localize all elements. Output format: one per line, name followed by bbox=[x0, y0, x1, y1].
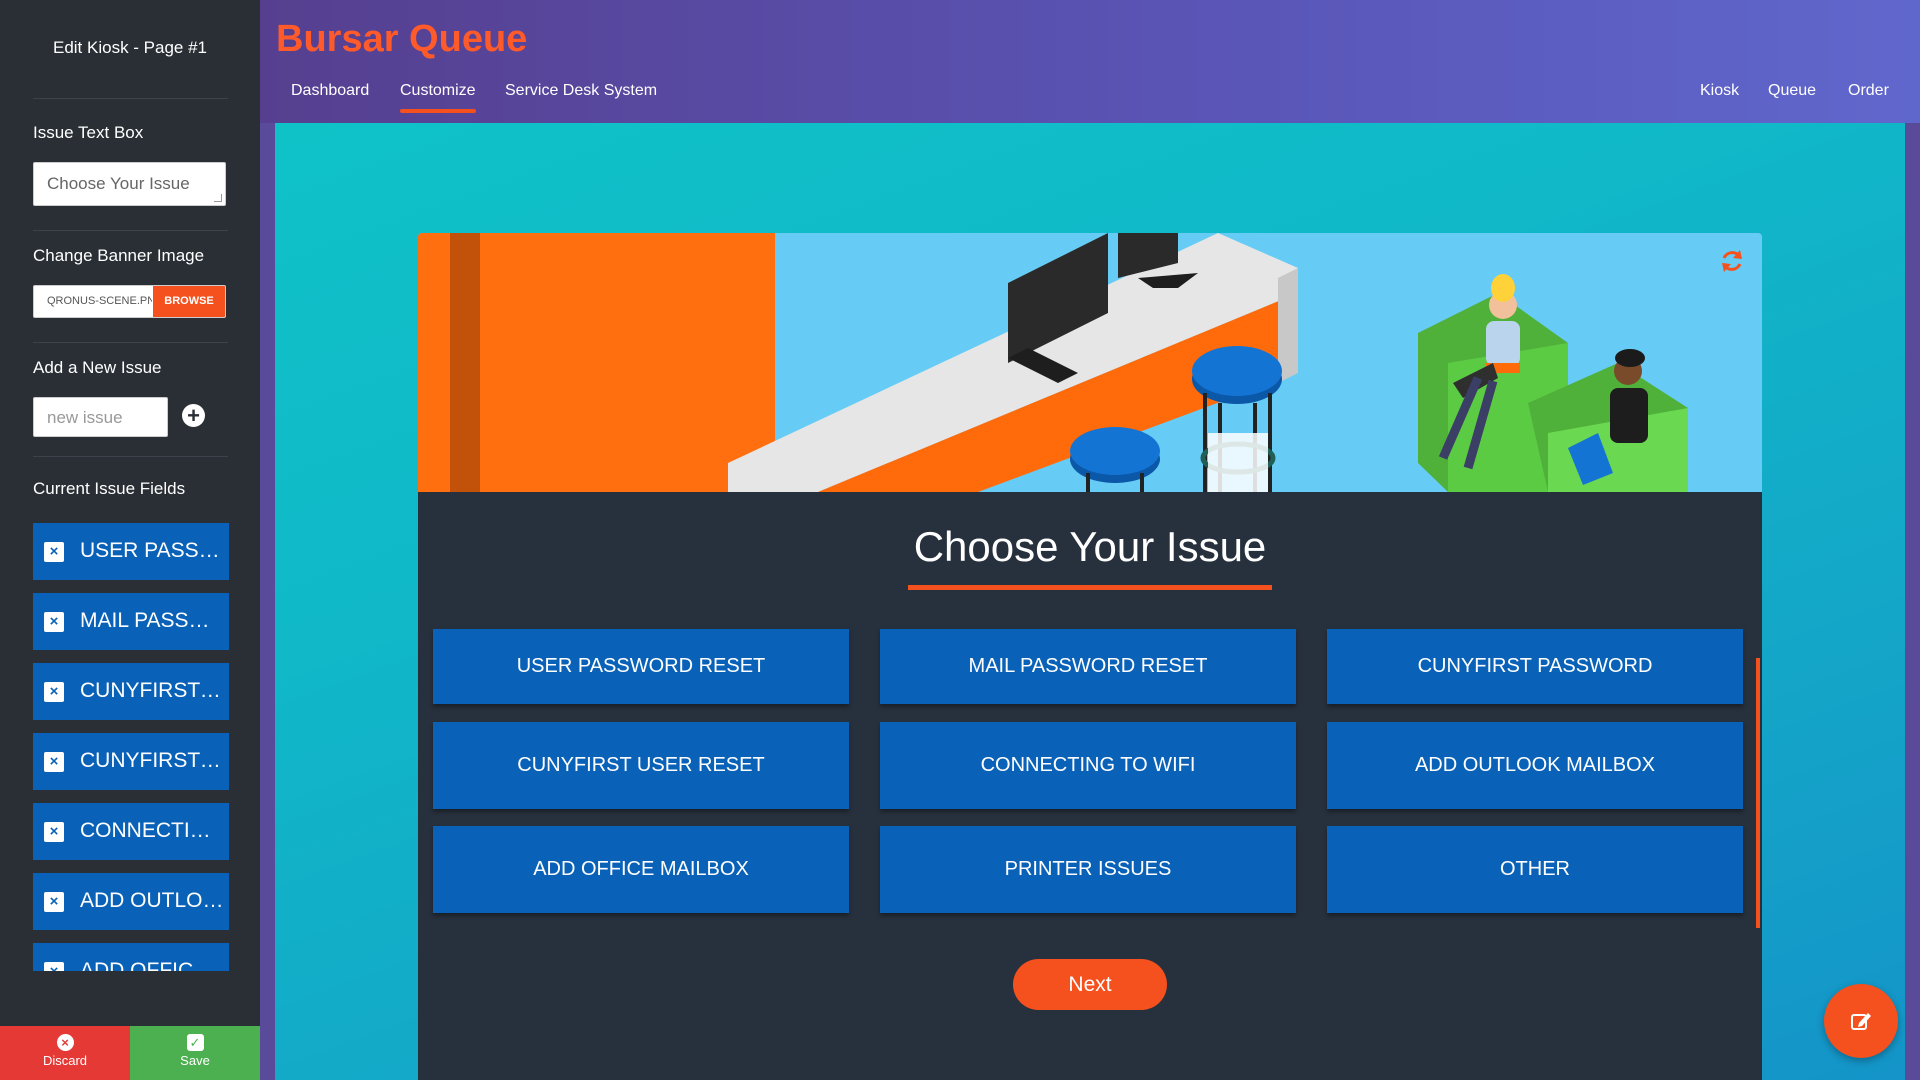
divider bbox=[33, 230, 228, 231]
issue-chip-label: CONNECTING TO WIFI bbox=[80, 819, 225, 842]
add-issue-label: Add a New Issue bbox=[33, 358, 162, 377]
add-issue-plus-icon[interactable]: + bbox=[182, 404, 205, 427]
kiosk-preview: Choose Your Issue USER PASSWORD RESET MA… bbox=[418, 233, 1762, 1080]
issue-chip-label: CUNYFIRST PASSWORD bbox=[80, 679, 225, 702]
issue-chip[interactable]: × USER PASSWORD RESET bbox=[33, 523, 229, 580]
save-label: Save bbox=[180, 1053, 210, 1068]
issue-chip[interactable]: × CONNECTING TO WIFI bbox=[33, 803, 229, 860]
issue-button[interactable]: CUNYFIRST PASSWORD bbox=[1327, 629, 1743, 704]
tab-customize[interactable]: Customize bbox=[400, 82, 476, 113]
next-button[interactable]: Next bbox=[1013, 959, 1167, 1010]
browse-button[interactable]: BROWSE bbox=[153, 286, 225, 317]
top-header: Bursar Queue Dashboard Customize Service… bbox=[260, 0, 1920, 123]
issue-text-box-input[interactable]: Choose Your Issue bbox=[33, 162, 226, 206]
heading-underline bbox=[908, 585, 1272, 590]
change-banner-label: Change Banner Image bbox=[33, 246, 205, 265]
discard-label: Discard bbox=[42, 1053, 88, 1068]
issue-chip[interactable]: × MAIL PASSWORD RESET bbox=[33, 593, 229, 650]
banner-file-input[interactable]: QRONUS-SCENE.PNG BROWSE bbox=[33, 285, 226, 318]
checkbox-icon: ✓ bbox=[186, 1034, 204, 1051]
kiosk-preview-area: Choose Your Issue USER PASSWORD RESET MA… bbox=[275, 123, 1905, 1080]
remove-x-icon[interactable]: × bbox=[44, 752, 64, 772]
app-title: Bursar Queue bbox=[276, 18, 528, 60]
issue-button[interactable]: USER PASSWORD RESET bbox=[433, 629, 849, 704]
issue-button[interactable]: OTHER bbox=[1327, 826, 1743, 913]
issue-text-box-value: Choose Your Issue bbox=[47, 174, 190, 193]
discard-button[interactable]: × Discard bbox=[0, 1026, 130, 1080]
remove-x-icon[interactable]: × bbox=[44, 962, 64, 971]
issue-chip[interactable]: × CUNYFIRST PASSWORD bbox=[33, 663, 229, 720]
sidebar-actions: × Discard ✓ Save bbox=[0, 1026, 260, 1080]
issue-text-box-label: Issue Text Box bbox=[33, 123, 144, 142]
issue-button[interactable]: ADD OFFICE MAILBOX bbox=[433, 826, 849, 913]
banner-image[interactable] bbox=[418, 233, 1762, 492]
tab-dashboard[interactable]: Dashboard bbox=[291, 82, 369, 100]
resize-grip-icon[interactable] bbox=[214, 194, 222, 202]
new-issue-placeholder: new issue bbox=[47, 408, 123, 427]
edit-icon bbox=[1851, 1013, 1871, 1030]
nav-queue[interactable]: Queue bbox=[1768, 82, 1816, 100]
refresh-icon[interactable] bbox=[1718, 247, 1746, 275]
issue-button[interactable]: CONNECTING TO WIFI bbox=[880, 722, 1296, 809]
current-issue-fields-label: Current Issue Fields bbox=[33, 479, 186, 498]
issue-button[interactable]: ADD OUTLOOK MAILBOX bbox=[1327, 722, 1743, 809]
issue-chip[interactable]: × ADD OUTLOOK MAILBOX bbox=[33, 873, 229, 930]
help-desk-illustration bbox=[418, 233, 1762, 492]
remove-x-icon[interactable]: × bbox=[44, 822, 64, 842]
issue-chip[interactable]: × CUNYFIRST USER RESET bbox=[33, 733, 229, 790]
banner-file-name: QRONUS-SCENE.PNG bbox=[47, 295, 152, 307]
remove-x-icon[interactable]: × bbox=[44, 542, 64, 562]
issue-chip-label: CUNYFIRST USER RESET bbox=[80, 749, 225, 772]
tab-service-desk-system[interactable]: Service Desk System bbox=[505, 82, 657, 100]
divider bbox=[33, 342, 228, 343]
close-circle-icon: × bbox=[56, 1034, 74, 1051]
remove-x-icon[interactable]: × bbox=[44, 892, 64, 912]
new-issue-input[interactable]: new issue bbox=[33, 397, 168, 437]
issue-chip-label: MAIL PASSWORD RESET bbox=[80, 609, 225, 632]
edit-fab-button[interactable] bbox=[1824, 984, 1898, 1058]
divider bbox=[33, 456, 228, 457]
issue-chip[interactable]: × ADD OFFICE MAILBOX bbox=[33, 943, 229, 971]
save-button[interactable]: ✓ Save bbox=[130, 1026, 260, 1080]
issue-button[interactable]: CUNYFIRST USER RESET bbox=[433, 722, 849, 809]
issue-scrollbar-thumb[interactable] bbox=[1756, 658, 1760, 928]
remove-x-icon[interactable]: × bbox=[44, 612, 64, 632]
edit-sidebar: Edit Kiosk - Page #1 Issue Text Box Choo… bbox=[0, 0, 260, 1080]
issue-chip-label: ADD OFFICE MAILBOX bbox=[80, 959, 225, 971]
divider bbox=[33, 98, 228, 99]
sidebar-title: Edit Kiosk - Page #1 bbox=[52, 38, 208, 57]
current-issue-list[interactable]: × USER PASSWORD RESET × MAIL PASSWORD RE… bbox=[33, 523, 229, 971]
remove-x-icon[interactable]: × bbox=[44, 682, 64, 702]
issue-button[interactable]: PRINTER ISSUES bbox=[880, 826, 1296, 913]
nav-order[interactable]: Order bbox=[1848, 82, 1889, 100]
issue-chip-label: ADD OUTLOOK MAILBOX bbox=[80, 889, 225, 912]
nav-kiosk[interactable]: Kiosk bbox=[1700, 82, 1739, 100]
choose-issue-heading: Choose Your Issue bbox=[913, 523, 1267, 570]
issue-chip-label: USER PASSWORD RESET bbox=[80, 539, 225, 562]
issue-button[interactable]: MAIL PASSWORD RESET bbox=[880, 629, 1296, 704]
